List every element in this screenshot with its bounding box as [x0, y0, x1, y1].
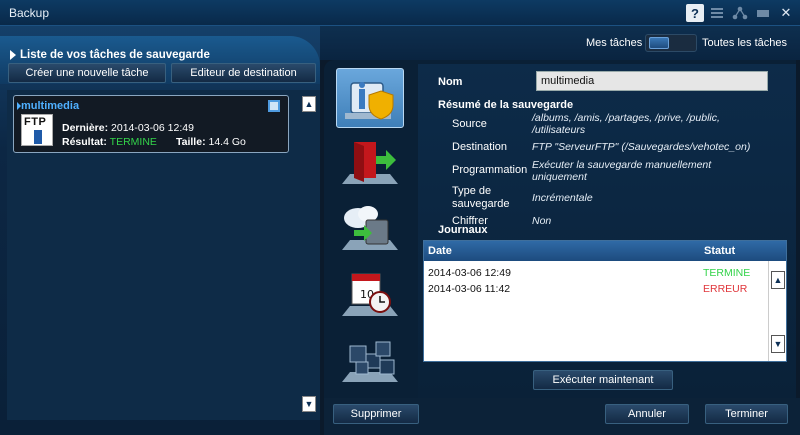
source-section-tab[interactable]: [336, 134, 404, 194]
task-result: Résultat: TERMINE: [62, 136, 157, 148]
all-tasks-label[interactable]: Toutes les tâches: [702, 37, 787, 49]
toggle-knob[interactable]: [649, 37, 669, 49]
journal-scroll-up-icon[interactable]: ▲: [771, 271, 785, 289]
task-name: multimedia: [21, 100, 80, 112]
task-list-title: Liste de vos tâches de sauvegarde: [20, 49, 210, 61]
journal-scrollbar[interactable]: ▲ ▼: [768, 261, 786, 361]
journal-header: Date Statut: [424, 241, 786, 261]
task-list: multimedia FTP Dernière: 2014-03-06 12:4…: [7, 90, 320, 420]
encrypt-value: Non: [532, 215, 552, 227]
source-value-2: /utilisateurs: [532, 124, 586, 136]
type-label-2: sauvegarde: [452, 198, 510, 210]
schedule-section-tab[interactable]: 10: [336, 266, 404, 326]
journal-row[interactable]: 2014-03-06 12:49 TERMINE: [424, 267, 769, 282]
task-select-checkbox[interactable]: [268, 100, 280, 112]
journal-status: ERREUR: [703, 283, 748, 295]
cloud-drive-icon: [336, 206, 404, 263]
type-label: Type de: [452, 185, 492, 197]
scroll-down-icon[interactable]: ▼: [302, 396, 316, 412]
task-size: Taille: 14.4 Go: [176, 136, 246, 148]
new-task-button[interactable]: Créer une nouvelle tâche: [8, 63, 166, 83]
run-now-button[interactable]: Exécuter maintenant: [533, 370, 673, 390]
title-bar-icons: ? ✕: [686, 3, 796, 23]
destination-editor-button[interactable]: Editeur de destination: [171, 63, 316, 83]
journal-title: Journaux: [438, 224, 488, 236]
window-title: Backup: [9, 6, 50, 20]
info-shield-icon: [337, 82, 405, 132]
close-icon[interactable]: ✕: [776, 3, 796, 23]
info-section-tab[interactable]: [336, 68, 404, 128]
name-label: Nom: [438, 76, 463, 88]
journal-col-status[interactable]: Statut: [704, 245, 735, 257]
journal-date: 2014-03-06 11:42: [428, 283, 511, 295]
destination-section-tab[interactable]: [336, 200, 404, 260]
source-value: /albums, /amis, /partages, /prive, /publ…: [532, 112, 720, 124]
expand-triangle-icon: [10, 50, 16, 60]
journal-status: TERMINE: [703, 267, 751, 279]
section-icon-column: 10: [328, 64, 416, 394]
ftp-icon: FTP: [21, 114, 53, 146]
menu-icon[interactable]: [707, 3, 727, 23]
journal-row[interactable]: 2014-03-06 11:42 ERREUR: [424, 283, 769, 298]
delete-button[interactable]: Supprimer: [333, 404, 419, 424]
tasks-view-toggle[interactable]: [645, 34, 697, 52]
calendar-clock-icon: 10: [336, 273, 404, 329]
folder-arrow-icon: [336, 142, 404, 197]
title-bar: Backup ? ✕: [0, 0, 800, 26]
destination-value: FTP "ServeurFTP" (/Sauvegardes/vehotec_o…: [532, 141, 751, 153]
schedule-label: Programmation: [452, 164, 528, 176]
scroll-up-icon[interactable]: ▲: [302, 96, 316, 112]
cancel-button[interactable]: Annuler: [605, 404, 689, 424]
journal-scroll-down-icon[interactable]: ▼: [771, 335, 785, 353]
schedule-value-2: uniquement: [532, 171, 587, 183]
minimize-icon[interactable]: [753, 3, 773, 23]
task-card-multimedia[interactable]: multimedia FTP Dernière: 2014-03-06 12:4…: [13, 95, 289, 153]
task-list-scrollbar[interactable]: ▲ ▼: [302, 94, 316, 416]
type-section-tab[interactable]: [336, 332, 404, 392]
type-value: Incrémentale: [532, 192, 593, 204]
help-icon[interactable]: ?: [686, 4, 704, 22]
finish-button[interactable]: Terminer: [705, 404, 788, 424]
journal-table: Date Statut 2014-03-06 12:49 TERMINE 201…: [423, 240, 787, 362]
summary-title: Résumé de la sauvegarde: [438, 99, 574, 111]
source-label: Source: [452, 118, 487, 130]
journal-col-date[interactable]: Date: [428, 245, 452, 257]
journal-date: 2014-03-06 12:49: [428, 267, 511, 279]
my-tasks-label[interactable]: Mes tâches: [586, 37, 642, 49]
task-last-run: Dernière: 2014-03-06 12:49: [62, 122, 194, 134]
schedule-value: Exécuter la sauvegarde manuellement: [532, 159, 712, 171]
network-icon[interactable]: [730, 3, 750, 23]
destination-label: Destination: [452, 141, 508, 153]
task-name-field[interactable]: multimedia: [536, 71, 768, 91]
cubes-icon: [336, 341, 404, 395]
